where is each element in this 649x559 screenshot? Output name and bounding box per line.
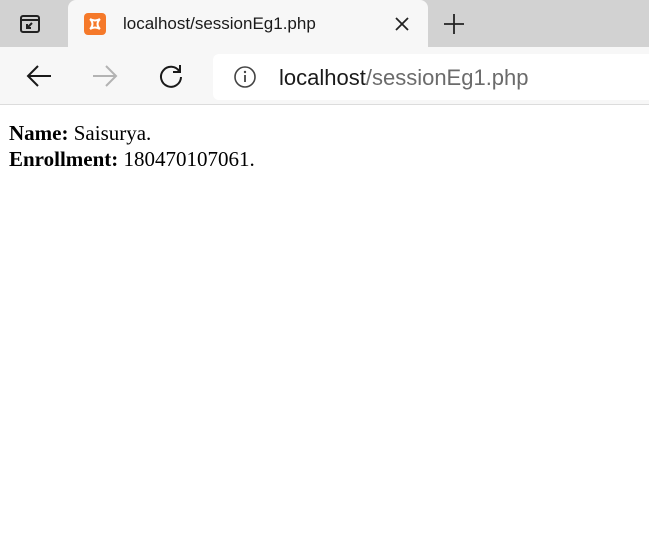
close-icon: [395, 17, 409, 31]
tab-active[interactable]: localhost/sessionEg1.php: [68, 0, 428, 47]
back-arrow-icon: [26, 65, 51, 87]
back-button[interactable]: [23, 60, 55, 92]
enrollment-label: Enrollment:: [9, 147, 119, 171]
forward-button[interactable]: [89, 60, 121, 92]
xampp-icon: [84, 13, 106, 35]
reload-icon: [160, 65, 182, 88]
enrollment-value: 180470107061.: [123, 147, 255, 171]
url-path: /sessionEg1.php: [365, 65, 529, 90]
name-label: Name:: [9, 121, 69, 145]
url-text[interactable]: localhost/sessionEg1.php: [279, 65, 529, 91]
url-host: localhost: [279, 65, 366, 90]
name-value: Saisurya.: [73, 121, 152, 145]
tab-strip: localhost/sessionEg1.php: [0, 0, 649, 47]
address-bar[interactable]: localhost/sessionEg1.php: [213, 54, 649, 100]
tab-title: localhost/sessionEg1.php: [123, 14, 316, 33]
tab-actions-icon: [20, 15, 40, 33]
plus-icon: [444, 14, 464, 34]
tab-close-button[interactable]: [391, 13, 413, 35]
page-body-text: Name: Saisurya. Enrollment: 180470107061…: [9, 120, 255, 172]
enrollment-line: Enrollment: 180470107061.: [9, 146, 255, 172]
page-content: Name: Saisurya. Enrollment: 180470107061…: [0, 106, 649, 559]
tab-actions-button[interactable]: [14, 11, 46, 37]
forward-arrow-icon: [93, 65, 118, 87]
new-tab-button[interactable]: [440, 10, 468, 38]
name-line: Name: Saisurya.: [9, 120, 255, 146]
info-icon[interactable]: [233, 65, 257, 89]
navigation-toolbar: localhost/sessionEg1.php: [0, 47, 649, 105]
reload-button[interactable]: [155, 60, 187, 92]
